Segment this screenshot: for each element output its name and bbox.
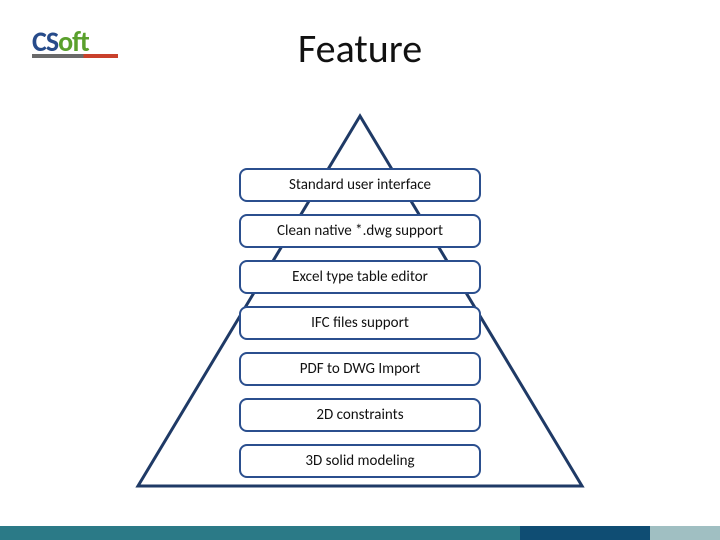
feature-item: IFC files support: [239, 306, 481, 340]
footer-segment: [520, 526, 650, 540]
feature-item: Standard user interface: [239, 168, 481, 202]
feature-item: 3D solid modeling: [239, 444, 481, 478]
footer-segment: [650, 526, 720, 540]
page-title: Feature: [0, 24, 720, 73]
feature-item: PDF to DWG Import: [239, 352, 481, 386]
footer-bar: [0, 526, 720, 540]
feature-item: Clean native *.dwg support: [239, 214, 481, 248]
diagram-area: Standard user interface Clean native *.d…: [0, 112, 720, 502]
footer-segment: [0, 526, 520, 540]
feature-item: 2D constraints: [239, 398, 481, 432]
feature-stack: Standard user interface Clean native *.d…: [239, 168, 481, 478]
feature-item: Excel type table editor: [239, 260, 481, 294]
